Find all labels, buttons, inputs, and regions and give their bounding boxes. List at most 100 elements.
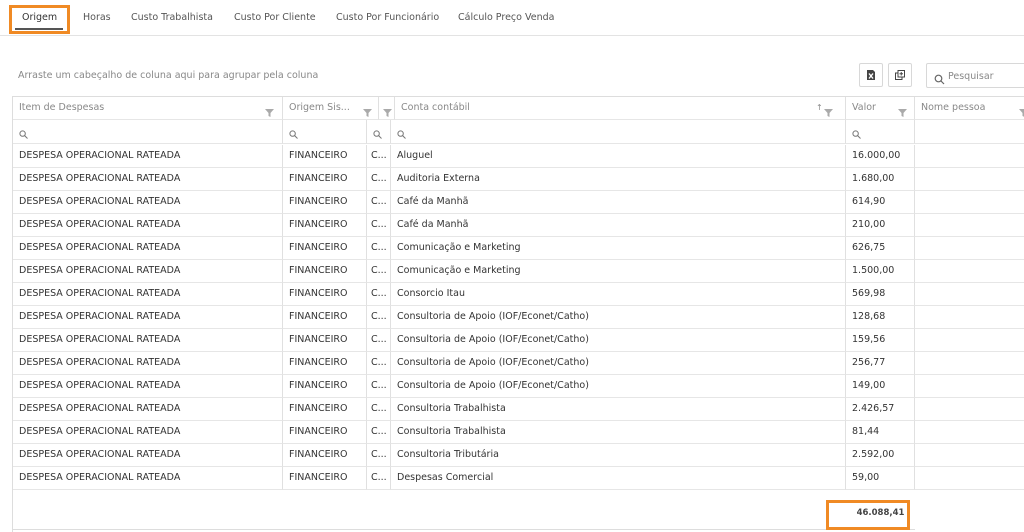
filter-input[interactable] <box>33 124 73 139</box>
table-row[interactable]: DESPESA OPERACIONAL RATEADA FINANCEIRO C… <box>13 168 1024 191</box>
table-row[interactable]: DESPESA OPERACIONAL RATEADA FINANCEIRO C… <box>13 237 1024 260</box>
cell-valor: 210,00 <box>846 214 915 237</box>
filter-icon[interactable] <box>383 104 392 119</box>
filter-input[interactable] <box>411 124 451 139</box>
cell-origem-sistema: FINANCEIRO <box>283 467 367 490</box>
filter-cell-conta-contabil[interactable] <box>391 120 846 144</box>
table-row[interactable]: DESPESA OPERACIONAL RATEADA FINANCEIRO C… <box>13 306 1024 329</box>
search-icon <box>397 126 406 143</box>
cell-conta-contabil: Consorcio Itau <box>391 283 846 306</box>
tab-custo-trabalhista[interactable]: Custo Trabalhista <box>131 0 213 36</box>
column-header-item-despesas[interactable]: Item de Despesas <box>13 97 283 120</box>
cell-origem-sistema: FINANCEIRO <box>283 421 367 444</box>
tab-custo-por-funcionario[interactable]: Custo Por Funcionário <box>336 0 439 36</box>
cell-col3: C... <box>367 306 391 329</box>
table-row[interactable]: DESPESA OPERACIONAL RATEADA FINANCEIRO C… <box>13 375 1024 398</box>
filter-icon[interactable] <box>265 104 274 119</box>
cell-conta-contabil: Despesas Comercial <box>391 467 846 490</box>
cell-col3: C... <box>367 145 391 168</box>
tab-bar: Origem Horas Custo Trabalhista Custo Por… <box>0 0 1024 36</box>
cell-item-despesas: DESPESA OPERACIONAL RATEADA <box>13 329 283 352</box>
column-header-label: Nome pessoa <box>921 102 986 113</box>
grid-header-row: Item de Despesas Origem Sis... Conta con… <box>13 97 1024 120</box>
column-chooser-button[interactable] <box>888 63 912 87</box>
cell-nome-pessoa <box>915 237 1024 260</box>
cell-nome-pessoa <box>915 191 1024 214</box>
cell-conta-contabil: Comunicação e Marketing <box>391 237 846 260</box>
tab-horas[interactable]: Horas <box>83 0 111 36</box>
cell-valor: 16.000,00 <box>846 145 915 168</box>
table-row[interactable]: DESPESA OPERACIONAL RATEADA FINANCEIRO C… <box>13 352 1024 375</box>
cell-nome-pessoa <box>915 444 1024 467</box>
table-row[interactable]: DESPESA OPERACIONAL RATEADA FINANCEIRO C… <box>13 467 1024 490</box>
cell-conta-contabil: Consultoria de Apoio (IOF/Econet/Catho) <box>391 329 846 352</box>
cell-conta-contabil: Café da Manhã <box>391 214 846 237</box>
filter-input[interactable] <box>303 124 343 139</box>
table-row[interactable]: DESPESA OPERACIONAL RATEADA FINANCEIRO C… <box>13 214 1024 237</box>
cell-valor: 128,68 <box>846 306 915 329</box>
table-row[interactable]: DESPESA OPERACIONAL RATEADA FINANCEIRO C… <box>13 444 1024 467</box>
cell-origem-sistema: FINANCEIRO <box>283 237 367 260</box>
cell-conta-contabil: Consultoria Tributária <box>391 444 846 467</box>
table-row[interactable]: DESPESA OPERACIONAL RATEADA FINANCEIRO C… <box>13 421 1024 444</box>
cell-col3: C... <box>367 237 391 260</box>
tab-custo-por-cliente[interactable]: Custo Por Cliente <box>234 0 316 36</box>
cell-col3: C... <box>367 398 391 421</box>
table-row[interactable]: DESPESA OPERACIONAL RATEADA FINANCEIRO C… <box>13 191 1024 214</box>
export-excel-button[interactable] <box>859 63 883 87</box>
filter-cell-nome-pessoa[interactable] <box>915 120 1024 144</box>
filter-cell-col3[interactable] <box>367 120 391 144</box>
cell-valor: 256,77 <box>846 352 915 375</box>
filter-cell-item-despesas[interactable] <box>13 120 283 144</box>
search-box[interactable] <box>926 63 1024 88</box>
table-row[interactable]: DESPESA OPERACIONAL RATEADA FINANCEIRO C… <box>13 329 1024 352</box>
filter-cell-valor[interactable] <box>846 120 915 144</box>
cell-col3: C... <box>367 191 391 214</box>
cell-conta-contabil: Consultoria de Apoio (IOF/Econet/Catho) <box>391 352 846 375</box>
table-row[interactable]: DESPESA OPERACIONAL RATEADA FINANCEIRO C… <box>13 283 1024 306</box>
tab-calculo-preco-venda[interactable]: Cálculo Preço Venda <box>458 0 554 36</box>
cell-item-despesas: DESPESA OPERACIONAL RATEADA <box>13 306 283 329</box>
table-row[interactable]: DESPESA OPERACIONAL RATEADA FINANCEIRO C… <box>13 398 1024 421</box>
cell-valor: 626,75 <box>846 237 915 260</box>
cell-col3: C... <box>367 214 391 237</box>
cell-conta-contabil: Comunicação e Marketing <box>391 260 846 283</box>
cell-nome-pessoa <box>915 421 1024 444</box>
cell-origem-sistema: FINANCEIRO <box>283 329 367 352</box>
cell-item-despesas: DESPESA OPERACIONAL RATEADA <box>13 352 283 375</box>
search-icon <box>934 70 945 89</box>
column-header-valor[interactable]: Valor <box>846 97 915 120</box>
sort-ascending-icon: ↑ <box>816 103 823 112</box>
table-row[interactable]: DESPESA OPERACIONAL RATEADA FINANCEIRO C… <box>13 260 1024 283</box>
column-header-origem-sistema[interactable]: Origem Sis... <box>283 97 379 120</box>
cell-col3: C... <box>367 260 391 283</box>
cell-item-despesas: DESPESA OPERACIONAL RATEADA <box>13 444 283 467</box>
filter-icon[interactable] <box>1019 104 1024 119</box>
cell-conta-contabil: Consultoria Trabalhista <box>391 421 846 444</box>
group-panel-hint[interactable]: Arraste um cabeçalho de coluna aqui para… <box>18 70 318 81</box>
cell-nome-pessoa <box>915 375 1024 398</box>
column-header-nome-pessoa[interactable]: Nome pessoa <box>915 97 1024 120</box>
table-row[interactable]: DESPESA OPERACIONAL RATEADA FINANCEIRO C… <box>13 145 1024 168</box>
cell-nome-pessoa <box>915 398 1024 421</box>
filter-cell-origem-sistema[interactable] <box>283 120 367 144</box>
grid-filter-row <box>13 120 1024 144</box>
cell-col3: C... <box>367 375 391 398</box>
filter-icon[interactable] <box>363 104 372 119</box>
cell-col3: C... <box>367 283 391 306</box>
filter-input[interactable] <box>866 124 906 139</box>
search-icon <box>373 126 382 143</box>
cell-origem-sistema: FINANCEIRO <box>283 306 367 329</box>
cell-item-despesas: DESPESA OPERACIONAL RATEADA <box>13 421 283 444</box>
cell-item-despesas: DESPESA OPERACIONAL RATEADA <box>13 191 283 214</box>
cell-nome-pessoa <box>915 168 1024 191</box>
tab-origem[interactable]: Origem <box>22 0 57 36</box>
column-header-col3[interactable] <box>379 97 395 120</box>
filter-icon[interactable] <box>898 104 907 119</box>
search-input[interactable] <box>948 67 1024 85</box>
cell-origem-sistema: FINANCEIRO <box>283 398 367 421</box>
column-header-conta-contabil[interactable]: Conta contábil ↑ <box>395 97 846 120</box>
cell-origem-sistema: FINANCEIRO <box>283 375 367 398</box>
filter-icon[interactable] <box>824 104 833 119</box>
cell-item-despesas: DESPESA OPERACIONAL RATEADA <box>13 283 283 306</box>
